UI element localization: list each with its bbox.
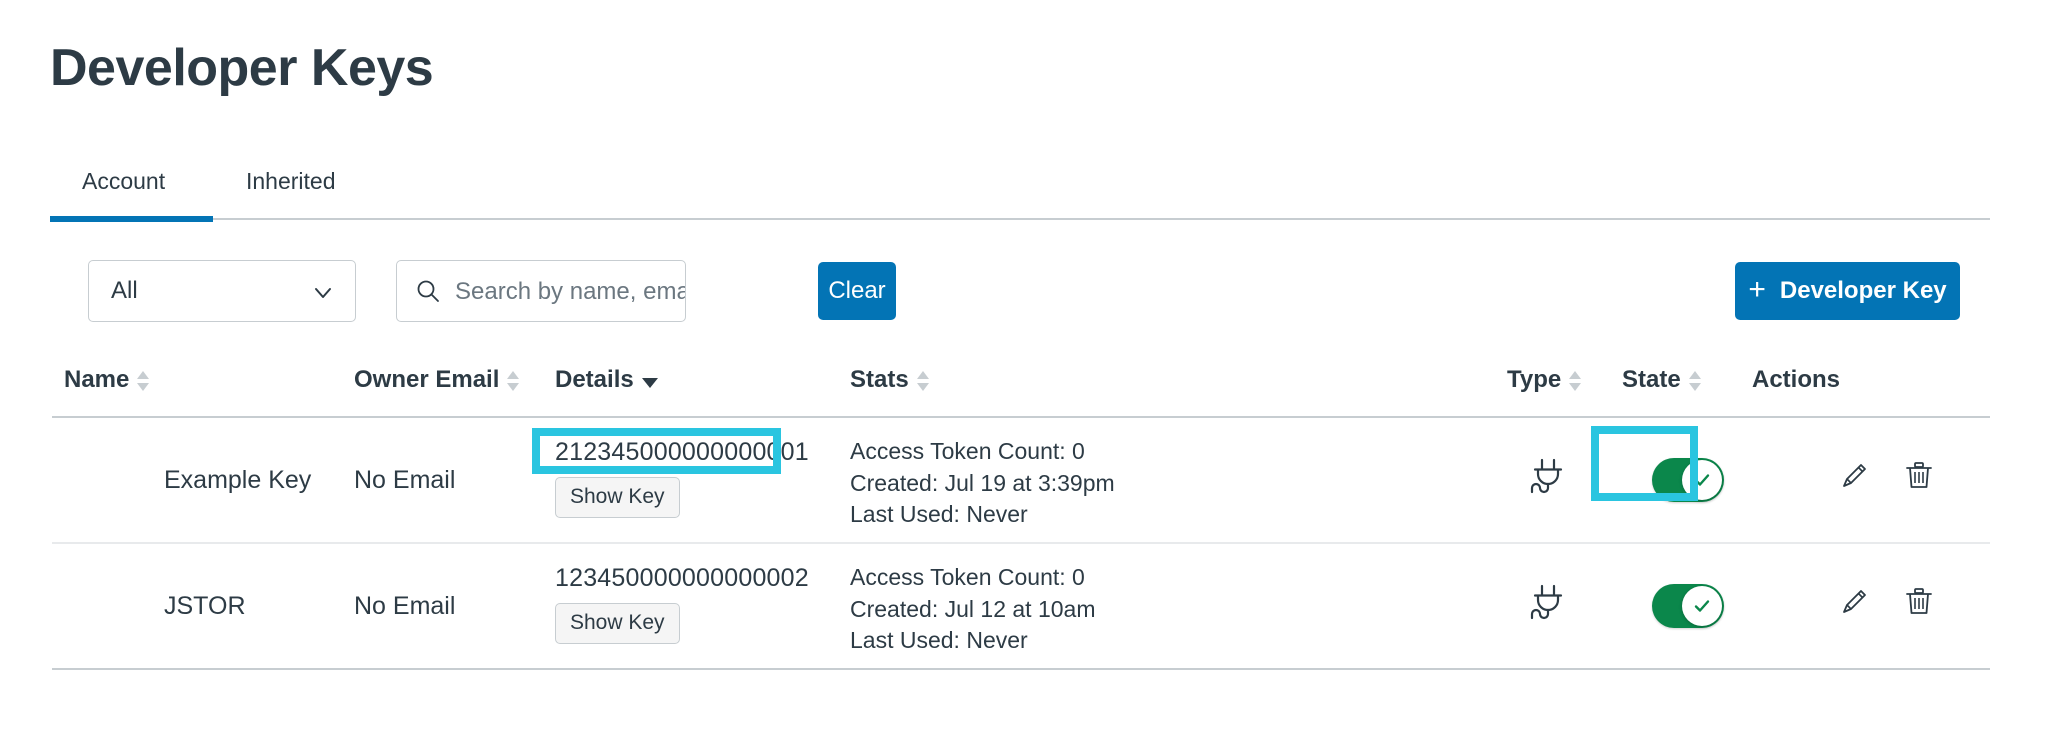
table-row: JSTOR No Email 123450000000000002 Show K… — [52, 544, 1990, 670]
developer-key-id: 212345000000000001 — [555, 438, 809, 466]
cell-owner-email: No Email — [354, 466, 456, 494]
page-title: Developer Keys — [50, 39, 434, 97]
column-header-details-label: Details — [555, 366, 634, 393]
column-header-state[interactable]: State — [1622, 366, 1701, 394]
show-key-button[interactable]: Show Key — [555, 603, 680, 644]
column-header-actions: Actions — [1752, 366, 1840, 394]
trash-icon[interactable] — [1902, 458, 1936, 492]
created-date: Created: Jul 19 at 3:39pm — [850, 469, 1115, 496]
column-header-name[interactable]: Name — [64, 366, 150, 394]
cell-name: JSTOR — [164, 592, 246, 620]
add-developer-key-button[interactable]: + Developer Key — [1735, 262, 1960, 320]
pencil-icon[interactable] — [1838, 458, 1872, 492]
cell-type — [1530, 582, 1566, 629]
access-token-count: Access Token Count: 0 — [850, 438, 1085, 464]
cell-details: 212345000000000001 Show Key — [555, 438, 809, 518]
created-date: Created: Jul 12 at 10am — [850, 595, 1096, 622]
trash-icon[interactable] — [1902, 584, 1936, 618]
column-header-state-label: State — [1622, 366, 1681, 393]
tab-account[interactable]: Account — [82, 162, 165, 195]
last-used-date: Last Used: Never — [850, 501, 1028, 528]
cell-state — [1652, 584, 1724, 628]
cell-name: Example Key — [164, 466, 312, 494]
table-toolbar: All Search by name, email, or Clear + De… — [0, 260, 2071, 326]
cell-actions — [1838, 584, 1936, 618]
column-header-owner-email[interactable]: Owner Email — [354, 366, 520, 394]
plus-icon: + — [1748, 273, 1766, 306]
sort-descending-icon — [641, 378, 658, 388]
sort-arrows-icon — [1688, 370, 1701, 392]
search-input[interactable]: Search by name, email, or — [396, 260, 686, 322]
tab-baseline-divider — [50, 218, 1990, 220]
search-input-placeholder: Search by name, email, or — [455, 278, 686, 305]
cell-owner-email: No Email — [354, 592, 456, 620]
column-header-type-label: Type — [1507, 366, 1562, 393]
tab-account-active-indicator — [50, 216, 213, 222]
tab-inherited[interactable]: Inherited — [246, 162, 336, 195]
column-header-name-label: Name — [64, 366, 130, 393]
check-icon — [1694, 600, 1710, 612]
column-header-actions-label: Actions — [1752, 366, 1841, 393]
access-token-count: Access Token Count: 0 — [850, 564, 1085, 590]
toggle-knob — [1682, 586, 1722, 626]
sort-arrows-icon — [507, 370, 520, 392]
column-header-stats-label: Stats — [850, 366, 909, 393]
table-row: Example Key No Email 212345000000000001 … — [52, 418, 1990, 544]
column-header-details[interactable]: Details — [555, 366, 658, 394]
check-icon — [1694, 474, 1710, 486]
chevron-down-icon — [313, 283, 333, 303]
table-header-row: Name Owner Email Details Stats Type Stat… — [52, 360, 1990, 418]
pencil-icon[interactable] — [1838, 584, 1872, 618]
plug-icon — [1530, 458, 1566, 502]
cell-stats: Access Token Count: 0 Created: Jul 19 at… — [850, 436, 1115, 531]
sort-arrows-icon — [916, 370, 929, 392]
filter-select[interactable]: All — [88, 260, 356, 322]
developer-key-id: 123450000000000002 — [555, 564, 809, 592]
column-header-type[interactable]: Type — [1507, 366, 1582, 394]
sort-arrows-icon — [1569, 370, 1582, 392]
add-developer-key-label: Developer Key — [1779, 277, 1947, 304]
filter-select-value: All — [111, 277, 138, 304]
column-header-stats[interactable]: Stats — [850, 366, 929, 394]
cell-type — [1530, 456, 1566, 503]
show-key-button[interactable]: Show Key — [555, 477, 680, 518]
clear-button[interactable]: Clear — [818, 262, 896, 320]
plug-icon — [1530, 584, 1566, 628]
cell-stats: Access Token Count: 0 Created: Jul 12 at… — [850, 562, 1095, 657]
toggle-knob — [1682, 460, 1722, 500]
column-header-owner-email-label: Owner Email — [354, 366, 500, 393]
last-used-date: Last Used: Never — [850, 627, 1028, 654]
state-toggle[interactable] — [1652, 584, 1724, 628]
cell-state — [1652, 458, 1724, 502]
developer-keys-table: Name Owner Email Details Stats Type Stat… — [52, 360, 1990, 670]
sort-arrows-icon — [137, 370, 150, 392]
search-icon — [415, 278, 441, 304]
state-toggle[interactable] — [1652, 458, 1724, 502]
cell-details: 123450000000000002 Show Key — [555, 564, 809, 644]
cell-actions — [1838, 458, 1936, 492]
tab-bar: Account Inherited — [50, 162, 1990, 222]
